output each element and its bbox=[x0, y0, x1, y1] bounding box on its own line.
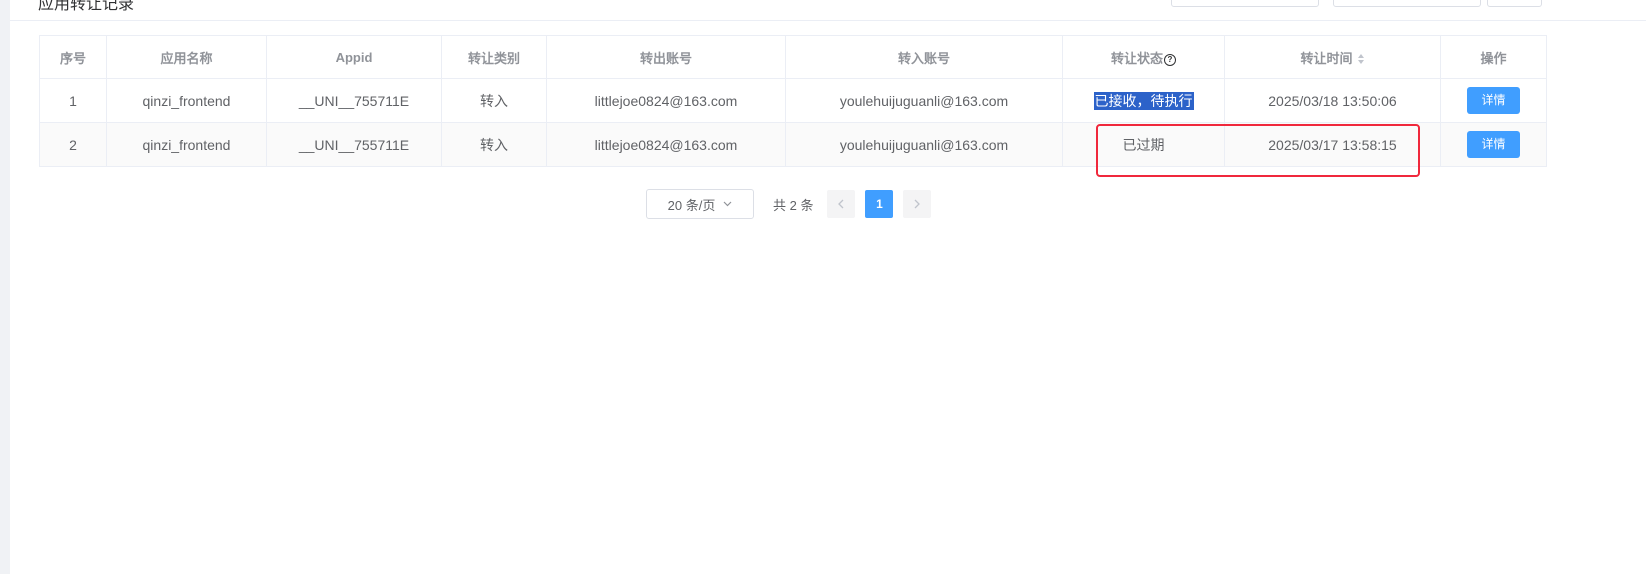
cell-time: 2025/03/17 13:58:15 bbox=[1224, 122, 1441, 167]
cell-transfer-type: 转入 bbox=[441, 78, 547, 123]
header-status-label: 转让状态 bbox=[1110, 50, 1163, 66]
cell-to-account: youlehuijuguanli@163.com bbox=[785, 78, 1063, 123]
header-time-label: 转让时间 bbox=[1300, 50, 1353, 66]
cell-index: 1 bbox=[39, 78, 107, 123]
next-page-button[interactable] bbox=[903, 190, 932, 218]
cell-transfer-type: 转入 bbox=[441, 122, 547, 167]
pagination: 20 条/页 共 2 条 1 bbox=[646, 189, 941, 219]
chevron-left-icon bbox=[838, 199, 844, 209]
page-container: 应用转让记录 序号 应用名称 Appid 转让类别 转出账号 转入账号 转让状态… bbox=[10, 0, 1646, 574]
transfer-table: 序号 应用名称 Appid 转让类别 转出账号 转入账号 转让状态? 转让时间 … bbox=[39, 35, 1547, 167]
header-status: 转让状态? bbox=[1062, 35, 1225, 79]
chevron-right-icon bbox=[915, 199, 921, 209]
header-appid: Appid bbox=[266, 35, 442, 79]
sort-caret-icon[interactable] bbox=[1357, 53, 1365, 65]
page-header: 应用转让记录 bbox=[10, 0, 1646, 21]
total-count: 共 2 条 bbox=[773, 197, 814, 213]
status-text: 已接收，待执行 bbox=[1093, 91, 1194, 110]
header-index: 序号 bbox=[39, 35, 107, 79]
table-row: 1 qinzi_frontend __UNI__755711E 转入 littl… bbox=[39, 78, 1547, 123]
detail-button[interactable]: 详情 bbox=[1467, 131, 1520, 158]
cell-app-name: qinzi_frontend bbox=[106, 122, 267, 167]
prev-page-button[interactable] bbox=[827, 190, 856, 218]
page-number-button[interactable]: 1 bbox=[865, 190, 894, 218]
detail-button[interactable]: 详情 bbox=[1467, 87, 1520, 114]
cell-to-account: youlehuijuguanli@163.com bbox=[785, 122, 1063, 167]
question-circle-icon[interactable]: ? bbox=[1164, 53, 1176, 66]
table-row: 2 qinzi_frontend __UNI__755711E 转入 littl… bbox=[39, 122, 1547, 167]
page-title: 应用转让记录 bbox=[38, 0, 135, 13]
header-transfer-type: 转让类别 bbox=[441, 35, 547, 79]
header-to-account: 转入账号 bbox=[785, 35, 1063, 79]
header-button-3[interactable] bbox=[1487, 0, 1542, 7]
header-button-1[interactable] bbox=[1171, 0, 1319, 7]
page-size-label: 20 条/页 bbox=[667, 197, 716, 213]
page-size-select[interactable]: 20 条/页 bbox=[646, 189, 754, 219]
cell-index: 2 bbox=[39, 122, 107, 167]
cell-time: 2025/03/18 13:50:06 bbox=[1224, 78, 1441, 123]
cell-from-account: littlejoe0824@163.com bbox=[546, 78, 786, 123]
header-app-name: 应用名称 bbox=[106, 35, 267, 79]
cell-action: 详情 bbox=[1440, 78, 1547, 123]
cell-action: 详情 bbox=[1440, 122, 1547, 167]
cell-app-name: qinzi_frontend bbox=[106, 78, 267, 123]
chevron-down-icon bbox=[723, 201, 732, 207]
header-from-account: 转出账号 bbox=[546, 35, 786, 79]
cell-appid: __UNI__755711E bbox=[266, 122, 442, 167]
header-time[interactable]: 转让时间 bbox=[1224, 35, 1441, 79]
header-action: 操作 bbox=[1440, 35, 1547, 79]
table-header-row: 序号 应用名称 Appid 转让类别 转出账号 转入账号 转让状态? 转让时间 … bbox=[39, 35, 1547, 79]
cell-status: 已接收，待执行 bbox=[1062, 78, 1225, 123]
cell-status: 已过期 bbox=[1062, 122, 1225, 167]
cell-appid: __UNI__755711E bbox=[266, 78, 442, 123]
cell-from-account: littlejoe0824@163.com bbox=[546, 122, 786, 167]
status-text: 已过期 bbox=[1122, 136, 1165, 153]
header-button-2[interactable] bbox=[1333, 0, 1481, 7]
